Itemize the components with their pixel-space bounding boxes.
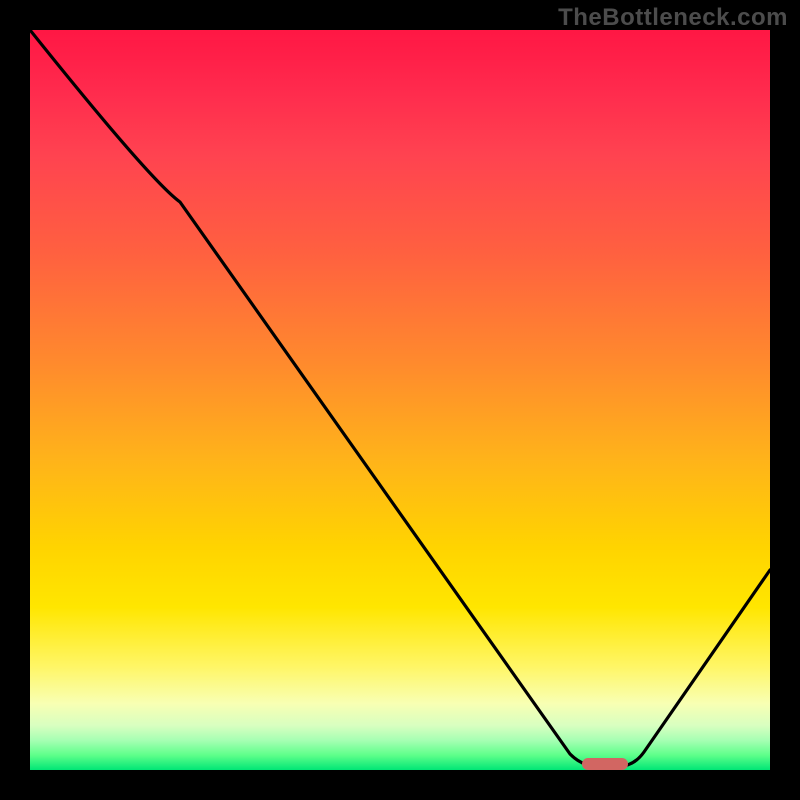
watermark-text: TheBottleneck.com: [558, 4, 788, 32]
bottleneck-curve: [30, 30, 770, 770]
chart-frame: TheBottleneck.com: [0, 0, 800, 800]
curve-path: [30, 30, 770, 766]
optimal-marker: [582, 758, 628, 770]
plot-area: [30, 30, 770, 770]
